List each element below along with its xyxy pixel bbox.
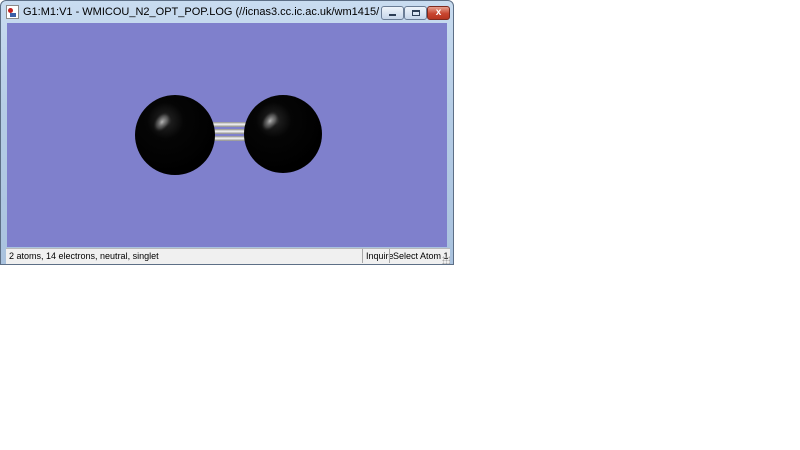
gaussview-document-icon[interactable] [6,5,19,19]
minimize-icon [389,14,396,16]
mode-indicator: Inquire [362,249,394,263]
title-bar[interactable]: G1:M1:V1 - WMICOU_N2_OPT_POP.LOG (//icna… [1,1,453,23]
resize-grip[interactable] [442,256,450,264]
atom-2-sphere [244,95,322,173]
close-icon: x [435,7,442,18]
molecule-canvas[interactable] [7,23,447,247]
maximize-button[interactable] [404,6,427,20]
gaussview-window: G1:M1:V1 - WMICOU_N2_OPT_POP.LOG (//icna… [0,0,454,265]
molecule-summary: 2 atoms, 14 electrons, neutral, singlet [9,251,159,261]
window-title: G1:M1:V1 - WMICOU_N2_OPT_POP.LOG (//icna… [23,6,379,18]
status-bar: 2 atoms, 14 electrons, neutral, singlet … [6,248,450,264]
atom-1[interactable] [135,95,215,175]
molecule-viewport[interactable] [7,23,447,247]
atom-1-sphere [135,95,215,175]
action-indicator: Select Atom 1 [389,249,449,263]
minimize-button[interactable] [381,6,404,20]
close-button[interactable]: x [427,6,450,20]
maximize-icon [412,10,420,16]
atom-2[interactable] [244,95,322,173]
